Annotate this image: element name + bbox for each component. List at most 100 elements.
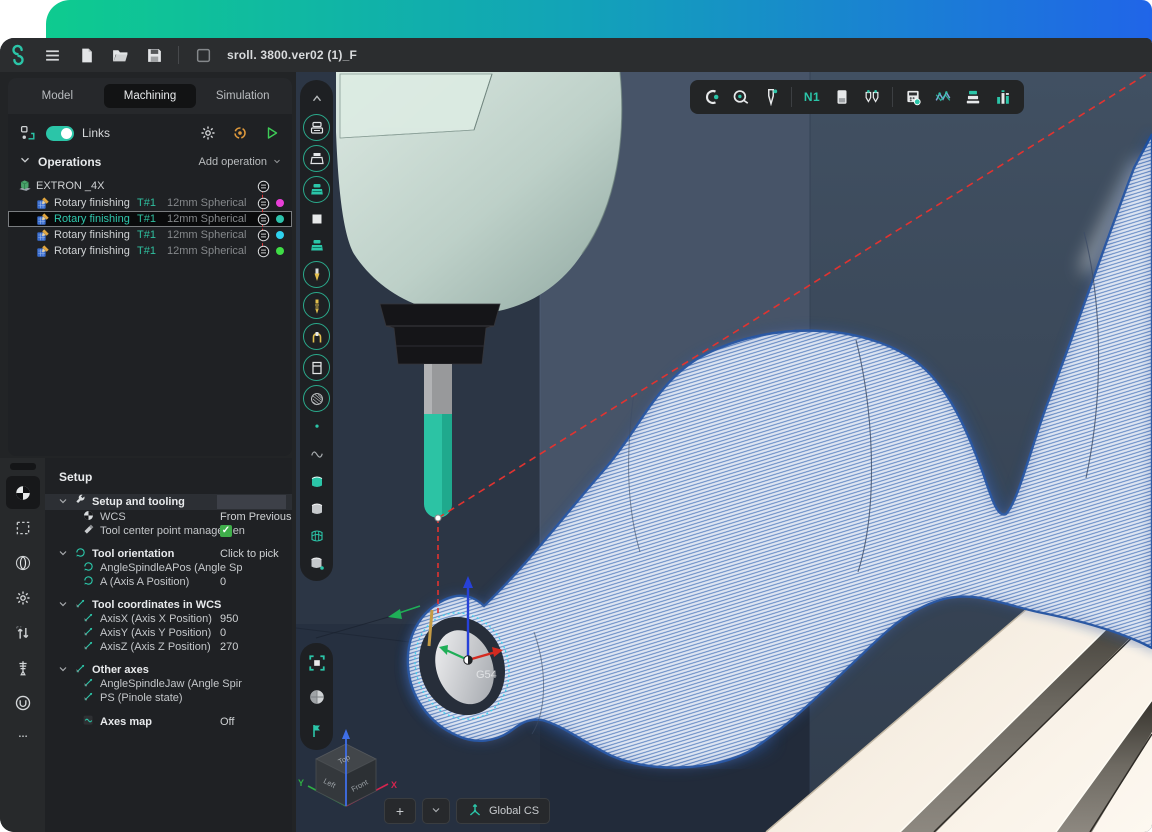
setup-row[interactable]: Axes mapOff xyxy=(45,715,292,729)
tab-simulation[interactable]: Simulation xyxy=(196,84,289,108)
setup-value[interactable]: Click to pick xyxy=(220,548,279,560)
chevron-down-icon[interactable] xyxy=(18,153,32,172)
tool-holder-icon[interactable] xyxy=(303,323,330,350)
menu-icon[interactable] xyxy=(42,45,62,65)
add-cs-button[interactable]: + xyxy=(384,798,416,824)
setup-row[interactable]: A (Axis A Position)0 xyxy=(45,575,292,589)
open-file-icon[interactable] xyxy=(110,45,130,65)
setup-row[interactable]: Tool orientationClick to pick xyxy=(45,547,292,561)
point-icon[interactable] xyxy=(303,415,330,440)
machine-icon xyxy=(18,179,32,193)
stock-model-icon[interactable] xyxy=(303,114,330,141)
viewport-canvas[interactable]: G54 xyxy=(296,72,1152,832)
links-toggle[interactable] xyxy=(46,126,74,141)
chevron-down-icon[interactable] xyxy=(57,495,69,510)
sync-icon[interactable] xyxy=(230,123,250,143)
chevron-down-icon[interactable] xyxy=(57,598,69,613)
mesh-stock-icon[interactable] xyxy=(303,385,330,412)
surface-highlight-icon[interactable] xyxy=(303,469,330,494)
stock-active-icon[interactable] xyxy=(303,233,330,258)
surface-plain-icon[interactable] xyxy=(303,496,330,521)
setup-axes-icon[interactable] xyxy=(6,616,40,649)
setup-region-icon[interactable] xyxy=(6,511,40,544)
workpiece-panel-icon[interactable] xyxy=(829,84,855,110)
app-logo[interactable] xyxy=(8,45,28,65)
setup-more-icon[interactable] xyxy=(6,721,40,754)
setup-row[interactable]: Other axes xyxy=(45,663,292,677)
tool-drill-icon[interactable] xyxy=(303,292,330,319)
setup-value[interactable]: 0 xyxy=(220,627,226,639)
setup-rotation-icon[interactable] xyxy=(6,686,40,719)
stock-result-icon[interactable] xyxy=(303,176,330,203)
operation-row[interactable]: Rotary finishing 4 T#1 12mm Spherical xyxy=(8,243,292,259)
frame-icon[interactable] xyxy=(193,45,213,65)
row-tcp-icon xyxy=(82,523,95,539)
machine-row[interactable]: EXTRON _4X xyxy=(8,177,292,195)
operation-tool-desc: 12mm Spherical xyxy=(167,245,253,257)
setup-row[interactable]: Tool coordinates in WCS xyxy=(45,598,292,612)
row-axis-icon xyxy=(82,639,95,655)
tab-model[interactable]: Model xyxy=(11,84,104,108)
flag-icon[interactable] xyxy=(303,718,330,743)
add-operation-button[interactable]: Add operation xyxy=(199,156,283,169)
setup-row[interactable]: Setup and tooling xyxy=(45,494,292,510)
state-circle-icon[interactable] xyxy=(257,213,270,226)
panel-drag-handle[interactable] xyxy=(10,463,36,470)
state-circle-icon[interactable] xyxy=(257,180,270,193)
setup-strategy-icon[interactable] xyxy=(6,546,40,579)
operation-row[interactable]: Rotary finishing 1 T#1 12mm Spherical xyxy=(8,195,292,211)
setup-row[interactable]: Tool center point managemen✓ xyxy=(45,524,292,538)
operation-row[interactable]: Rotary finishing 3 T#1 12mm Spherical xyxy=(8,227,292,243)
link-operations-icon[interactable] xyxy=(18,123,38,143)
snap-icon[interactable] xyxy=(698,84,724,110)
new-file-icon[interactable] xyxy=(76,45,96,65)
shaded-view-icon[interactable] xyxy=(303,684,330,709)
surface-point-icon[interactable] xyxy=(303,550,330,575)
collapse-toolbar-icon[interactable] xyxy=(303,86,330,111)
setup-row[interactable]: AngleSpindleAPos (Angle Sp xyxy=(45,561,292,575)
setup-value[interactable]: Off xyxy=(220,716,234,728)
setup-value[interactable]: 270 xyxy=(220,641,238,653)
settings-gear-icon[interactable] xyxy=(198,123,218,143)
measure-icon[interactable] xyxy=(728,84,754,110)
tooling-panel-icon[interactable] xyxy=(859,84,885,110)
chevron-down-icon[interactable] xyxy=(57,547,69,562)
setup-parameters-icon[interactable] xyxy=(6,581,40,614)
tool-mill-icon[interactable] xyxy=(303,261,330,288)
global-cs-button[interactable]: Global CS xyxy=(456,798,550,824)
tab-machining[interactable]: Machining xyxy=(104,84,197,108)
stock-fixture-icon[interactable] xyxy=(303,145,330,172)
state-circle-icon[interactable] xyxy=(257,229,270,242)
operation-color-dot xyxy=(276,215,284,223)
chevron-down-icon[interactable] xyxy=(57,663,69,678)
cs-dropdown-button[interactable] xyxy=(422,798,450,824)
setup-wcs-icon[interactable] xyxy=(6,476,40,509)
tool-block-icon[interactable] xyxy=(303,354,330,381)
run-icon[interactable] xyxy=(262,123,282,143)
state-circle-icon[interactable] xyxy=(257,197,270,210)
setup-row[interactable]: AngleSpindleJaw (Angle Spir xyxy=(45,677,292,691)
graph-icon[interactable] xyxy=(930,84,956,110)
fit-view-icon[interactable] xyxy=(303,650,330,675)
workpiece-icon[interactable] xyxy=(303,206,330,231)
gcode-program-icon[interactable]: N1 xyxy=(799,84,825,110)
state-circle-icon[interactable] xyxy=(257,245,270,258)
statistics-icon[interactable] xyxy=(990,84,1016,110)
setup-row[interactable]: AxisX (Axis X Position)950 xyxy=(45,612,292,626)
tcp-checkbox[interactable]: ✓ xyxy=(220,525,232,537)
operation-row[interactable]: Rotary finishing 2 T#1 12mm Spherical xyxy=(8,211,292,227)
setup-row[interactable]: AxisY (Axis Y Position)0 xyxy=(45,626,292,640)
surface-mesh-icon[interactable] xyxy=(303,523,330,548)
setup-row[interactable]: PS (Pinole state) xyxy=(45,691,292,705)
save-file-icon[interactable] xyxy=(144,45,164,65)
caliper-icon[interactable] xyxy=(758,84,784,110)
setup-tool-icon[interactable] xyxy=(6,651,40,684)
setup-row[interactable]: AxisZ (Axis Z Position)270 xyxy=(45,640,292,654)
setup-value[interactable]: From Previous xyxy=(220,511,292,523)
toolpath-curve-icon[interactable] xyxy=(303,442,330,467)
setup-row[interactable]: WCSFrom Previous xyxy=(45,510,292,524)
setup-value[interactable]: 950 xyxy=(220,613,238,625)
setup-value[interactable]: 0 xyxy=(220,576,226,588)
layers-icon[interactable] xyxy=(960,84,986,110)
calculator-icon[interactable] xyxy=(900,84,926,110)
